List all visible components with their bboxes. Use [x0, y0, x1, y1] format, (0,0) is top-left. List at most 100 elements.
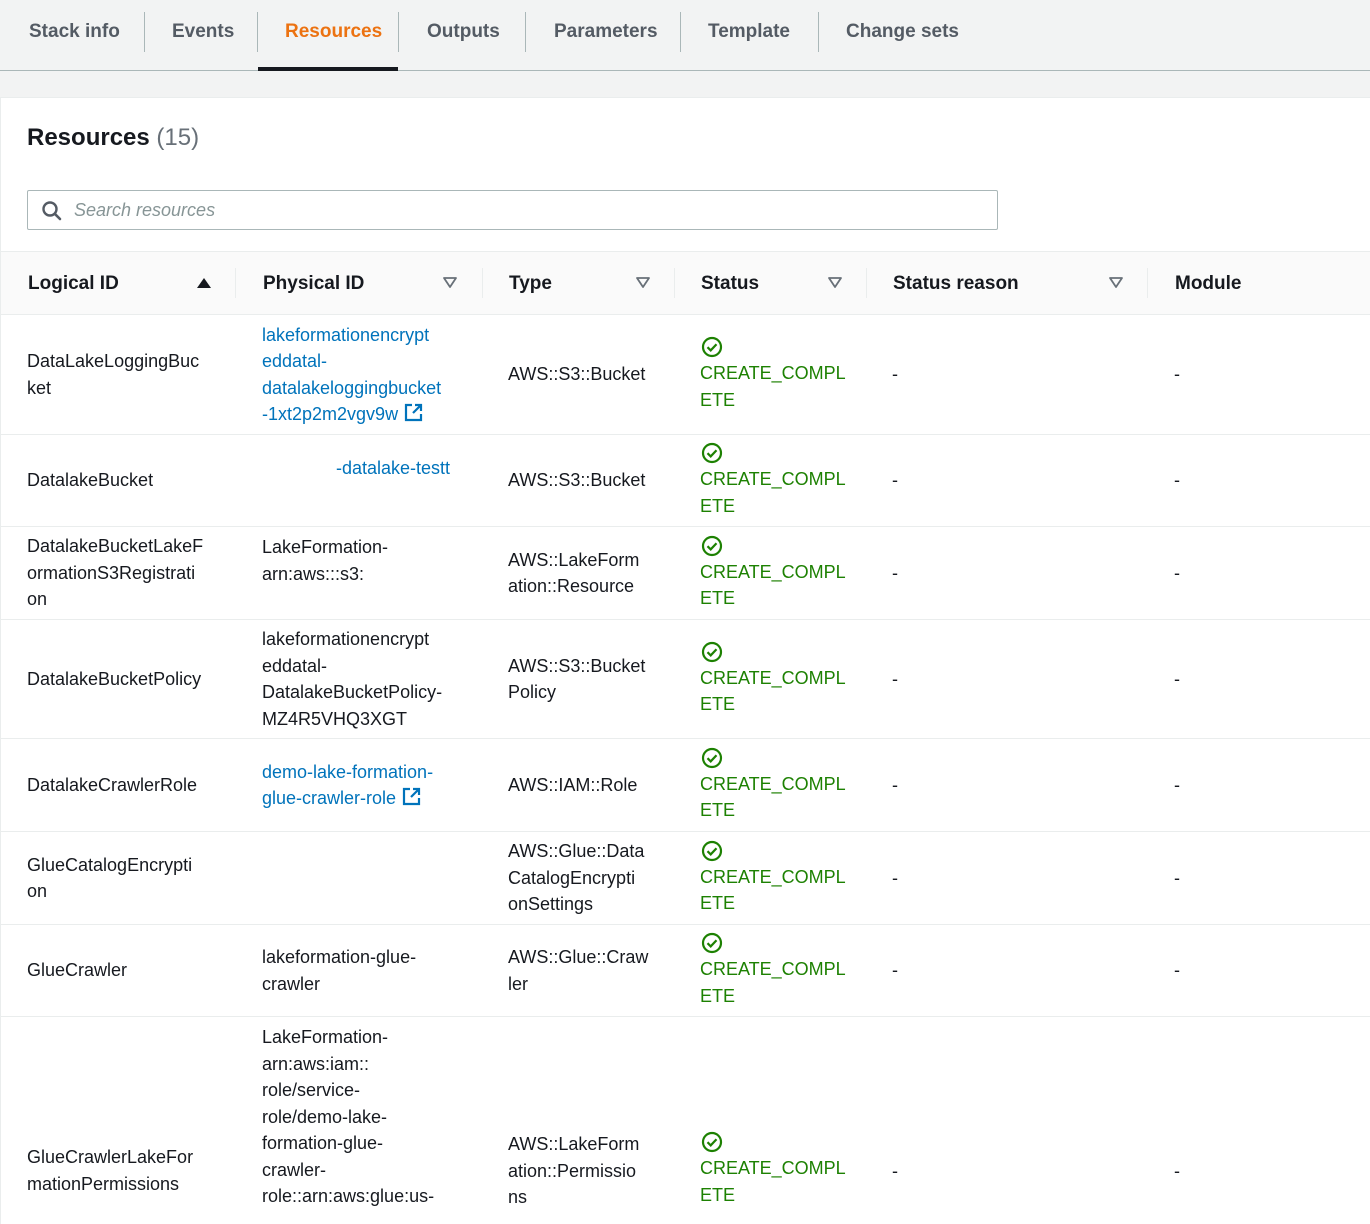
- tab-events[interactable]: Events: [172, 0, 234, 70]
- column-divider: [1147, 268, 1148, 298]
- tab-divider: [144, 12, 145, 52]
- column-header-status-reason[interactable]: Status reason: [893, 252, 1019, 314]
- tab-outputs[interactable]: Outputs: [427, 0, 500, 70]
- status-text: CREATE_COMPL ETE: [700, 561, 846, 609]
- status-reason-cell: -: [892, 867, 898, 888]
- status-reason-cell: -: [892, 364, 898, 385]
- module-cell: -: [1174, 470, 1180, 491]
- external-link-icon[interactable]: [404, 403, 423, 422]
- external-link-icon[interactable]: [402, 787, 421, 806]
- logical-id-cell: GlueCrawlerLakeFor mationPermissions: [27, 1147, 194, 1194]
- column-divider: [866, 268, 867, 298]
- tab-parameters[interactable]: Parameters: [554, 0, 658, 70]
- type-cell: AWS::LakeForm ation::Resource: [508, 549, 640, 597]
- physical-id-cell: demo-lake-formation- glue-crawler-role: [262, 739, 433, 831]
- table-row: GlueCatalogEncrypti on AWS::Glue::Data C…: [1, 832, 1370, 925]
- module-cell: -: [1174, 867, 1180, 888]
- type-cell: AWS::S3::Bucket: [508, 364, 646, 385]
- check-circle-icon: [701, 535, 723, 556]
- physical-id-link[interactable]: -datalake-testt: [336, 455, 450, 482]
- physical-id-link[interactable]: demo-lake-formation- glue-crawler-role: [262, 759, 433, 812]
- physical-id-link[interactable]: lakeformationencrypt eddatal- datalakelo…: [262, 322, 441, 428]
- sort-caret-icon[interactable]: [442, 276, 458, 290]
- column-header-logical-id[interactable]: Logical ID: [28, 252, 119, 314]
- logical-id-cell: GlueCatalogEncrypti on: [27, 854, 193, 902]
- search-input[interactable]: [74, 194, 974, 226]
- sort-caret-icon[interactable]: [827, 276, 843, 290]
- tab-divider: [525, 12, 526, 52]
- tab-bar: Stack info Events Resources Outputs Para…: [0, 0, 1370, 71]
- status-text: CREATE_COMPL ETE: [700, 469, 846, 516]
- table-row: DatalakeBucketLakeF ormationS3Registrati…: [1, 527, 1370, 620]
- table-row: DatalakeBucketPolicy lakeformationencryp…: [1, 620, 1370, 739]
- resources-title: Resources: [27, 124, 150, 151]
- sort-caret-icon[interactable]: [635, 276, 651, 290]
- logical-id-cell: DatalakeBucket: [27, 470, 154, 491]
- status-cell: CREATE_COMPL ETE: [700, 315, 846, 434]
- logical-id-cell: DatalakeBucketPolicy: [27, 668, 202, 689]
- table-row: GlueCrawler lakeformation-glue- crawler …: [1, 925, 1370, 1017]
- status-text: CREATE_COMPL ETE: [700, 866, 846, 914]
- check-circle-icon: [701, 840, 723, 861]
- physical-id-cell: LakeFormation- arn:aws:iam:: role/servic…: [262, 1027, 435, 1206]
- status-text: CREATE_COMPL ETE: [700, 667, 846, 715]
- column-header-physical-id[interactable]: Physical ID: [263, 252, 364, 314]
- status-text: CREATE_COMPL ETE: [700, 773, 846, 821]
- type-cell: AWS::IAM::Role: [508, 774, 638, 795]
- tab-divider: [680, 12, 681, 52]
- resources-count: (15): [156, 124, 200, 151]
- status-reason-cell: -: [892, 668, 898, 689]
- search-box[interactable]: [27, 190, 998, 230]
- tab-divider: [818, 12, 819, 52]
- sort-ascending-icon[interactable]: [196, 276, 212, 290]
- logical-id-cell: GlueCrawler: [27, 960, 128, 981]
- status-cell: CREATE_COMPL ETE: [700, 435, 846, 526]
- status-cell: CREATE_COMPL ETE: [700, 832, 846, 924]
- logical-id-cell: DatalakeBucketLakeF ormationS3Registrati…: [27, 536, 204, 610]
- physical-id-cell: lakeformationencrypt eddatal- DatalakeBu…: [262, 629, 443, 729]
- physical-id-cell: lakeformationencrypt eddatal- datalakelo…: [262, 315, 441, 434]
- module-cell: -: [1174, 774, 1180, 795]
- column-divider: [482, 268, 483, 298]
- physical-id-cell: lakeformation-glue- crawler: [262, 947, 417, 994]
- column-header-status[interactable]: Status: [701, 252, 759, 314]
- check-circle-icon: [701, 336, 723, 358]
- status-reason-cell: -: [892, 960, 898, 981]
- table-row: DatalakeBucket -datalake-testt AWS::S3::…: [1, 435, 1370, 527]
- status-text: CREATE_COMPL ETE: [700, 1158, 846, 1205]
- check-circle-icon: [701, 641, 723, 662]
- tab-stack-info[interactable]: Stack info: [29, 0, 120, 70]
- column-header-type[interactable]: Type: [509, 252, 552, 314]
- search-icon: [42, 201, 62, 221]
- check-circle-icon: [701, 1131, 723, 1153]
- status-cell: CREATE_COMPL ETE: [700, 1131, 846, 1211]
- status-reason-cell: -: [892, 1160, 898, 1181]
- module-cell: -: [1174, 562, 1180, 583]
- sort-caret-icon[interactable]: [1108, 276, 1124, 290]
- module-cell: -: [1174, 1160, 1180, 1181]
- tab-change-sets[interactable]: Change sets: [846, 0, 959, 70]
- tab-template[interactable]: Template: [708, 0, 790, 70]
- column-divider: [674, 268, 675, 298]
- status-cell: CREATE_COMPL ETE: [700, 620, 846, 738]
- tab-resources[interactable]: Resources: [285, 0, 382, 70]
- table-row: DataLakeLoggingBuc ket lakeformationencr…: [1, 315, 1370, 435]
- status-reason-cell: -: [892, 470, 898, 491]
- status-text: CREATE_COMPL ETE: [700, 363, 846, 410]
- status-cell: CREATE_COMPL ETE: [700, 739, 846, 831]
- physical-id-cell: LakeFormation- arn:aws:::s3:: [262, 537, 389, 584]
- column-divider: [235, 268, 236, 298]
- active-tab-indicator: [258, 67, 398, 71]
- physical-id-cell: -datalake-testt: [262, 435, 450, 526]
- type-cell: AWS::Glue::Data CatalogEncrypti onSettin…: [508, 841, 645, 915]
- check-circle-icon: [701, 932, 723, 954]
- page-title: Resources (15): [27, 124, 199, 152]
- tab-divider: [398, 12, 399, 52]
- check-circle-icon: [701, 747, 723, 768]
- type-cell: AWS::S3::Bucket Policy: [508, 655, 646, 703]
- table-header: Logical ID Physical ID Type Status Statu…: [1, 251, 1370, 315]
- table-row: DatalakeCrawlerRole demo-lake-formation-…: [1, 739, 1370, 832]
- tab-divider: [257, 12, 258, 52]
- type-cell: AWS::Glue::Craw ler: [508, 947, 649, 994]
- column-header-module: Module: [1175, 273, 1242, 294]
